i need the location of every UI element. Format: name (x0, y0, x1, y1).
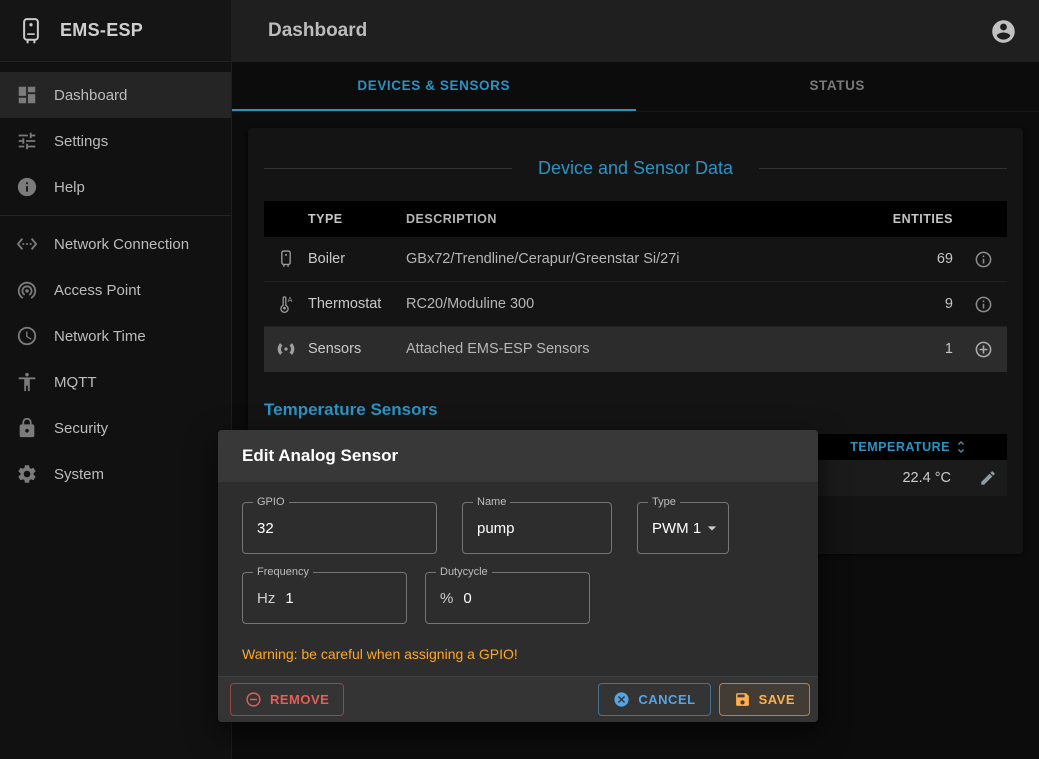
chevron-down-icon (702, 518, 722, 538)
cancel-icon (613, 691, 630, 708)
type-select-label: Type (648, 495, 680, 509)
dutycycle-field-value: 0 (463, 590, 471, 607)
type-select-value: PWM 1 (652, 520, 701, 537)
frequency-field-label: Frequency (253, 565, 313, 579)
cancel-button[interactable]: CANCEL (598, 683, 710, 716)
remove-circle-icon (245, 691, 262, 708)
dutycycle-field[interactable]: Dutycycle % 0 (425, 572, 590, 624)
dialog-title: Edit Analog Sensor (218, 430, 818, 482)
dutycycle-unit: % (440, 590, 453, 607)
frequency-unit: Hz (257, 590, 275, 607)
dutycycle-field-label: Dutycycle (436, 565, 492, 579)
name-field-label: Name (473, 495, 510, 509)
cancel-button-label: CANCEL (638, 692, 695, 707)
edit-analog-sensor-dialog: Edit Analog Sensor GPIO 32 Name pump Typ… (218, 430, 818, 722)
save-button-label: SAVE (759, 692, 795, 707)
gpio-field-value: 32 (257, 520, 274, 537)
name-field-value: pump (477, 520, 515, 537)
dialog-footer: REMOVE CANCEL SAVE (218, 676, 818, 722)
remove-button-label: REMOVE (270, 692, 329, 707)
gpio-warning-text: Warning: be careful when assigning a GPI… (242, 646, 794, 662)
remove-button[interactable]: REMOVE (230, 683, 344, 716)
dialog-body: GPIO 32 Name pump Type PWM 1 Frequency H… (218, 482, 818, 676)
type-select[interactable]: Type PWM 1 (637, 502, 729, 554)
save-button[interactable]: SAVE (719, 683, 810, 716)
gpio-field-label: GPIO (253, 495, 289, 509)
name-field[interactable]: Name pump (462, 502, 612, 554)
save-icon (734, 691, 751, 708)
frequency-field-value: 1 (285, 590, 293, 607)
gpio-field[interactable]: GPIO 32 (242, 502, 437, 554)
frequency-field[interactable]: Frequency Hz 1 (242, 572, 407, 624)
